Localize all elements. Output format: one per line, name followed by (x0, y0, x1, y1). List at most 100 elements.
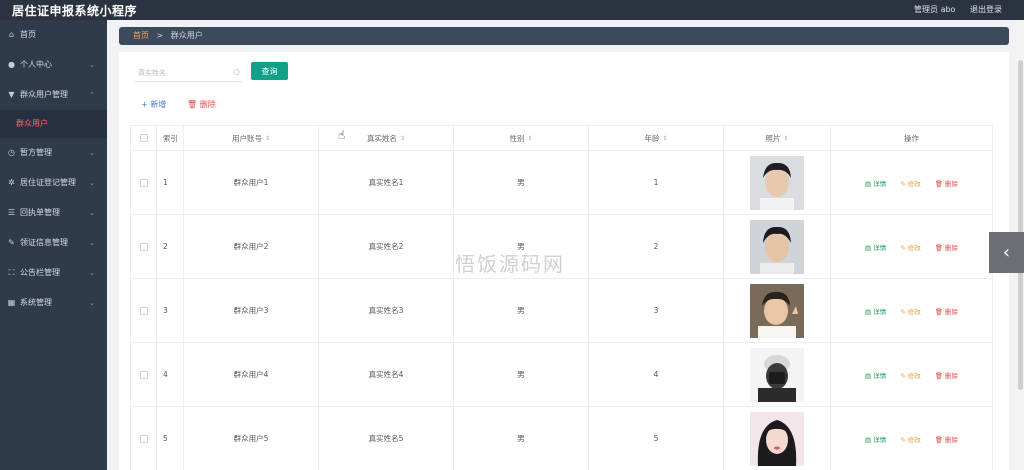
grid-icon: ▦ (7, 298, 16, 307)
header-sex[interactable]: 性别 ⇕ (454, 126, 589, 150)
row-photo-cell (724, 215, 831, 278)
header-photo[interactable]: 照片 ⇕ (724, 126, 831, 150)
sidebar-item-profile[interactable]: ● 个人中心 ⌄ (0, 50, 107, 80)
chevron-down-icon: ⌄ (89, 179, 95, 187)
row-sex: 男 (454, 151, 589, 214)
select-all-checkbox[interactable] (139, 134, 148, 142)
search-box: ○ (135, 64, 243, 82)
delete-label: 删除 (945, 179, 959, 188)
detail-label: 详情 (873, 307, 887, 316)
detail-label: 详情 (873, 371, 887, 380)
sidebar-item-receipt[interactable]: ☰ 回执单管理 ⌄ (0, 198, 107, 228)
row-checkbox[interactable] (139, 178, 148, 187)
row-account: 群众用户5 (184, 407, 319, 470)
row-sex: 男 (454, 407, 589, 470)
row-checkbox-cell (130, 215, 157, 278)
edit-label: 修改 (907, 243, 921, 252)
clock-icon: ◷ (8, 148, 15, 157)
home-icon: ⌂ (8, 30, 15, 39)
sidebar-item-system[interactable]: ▦ 系统管理 ⌄ (0, 288, 107, 318)
delete-button[interactable]: 🗑 删除 (935, 242, 958, 252)
user-photo[interactable] (750, 155, 804, 210)
badge-icon: ✎ (8, 238, 15, 247)
sidebar-item-home[interactable]: ⌂ 首页 (0, 20, 107, 50)
breadcrumb-home[interactable]: 首页 (133, 31, 149, 40)
header-name[interactable]: 真实姓名 ⇕ (319, 126, 454, 150)
delete-button[interactable]: 🗑 删除 (935, 306, 958, 316)
edit-label: 修改 (907, 371, 921, 380)
sidebar-item-collection[interactable]: ✎ 领证信息管理 ⌄ (0, 228, 107, 258)
sidebar-item-label: 回执单管理 (20, 208, 60, 217)
sidebar-item-citizen-users[interactable]: ▼ 群众用户管理 ⌃ (0, 80, 107, 110)
scroll-thumb[interactable] (1018, 60, 1023, 390)
row-age: 3 (589, 279, 724, 342)
row-ops: ▤ 详情 ✎ 修改 🗑 删除 (831, 407, 993, 470)
table-row: 3 群众用户3 真实姓名3 男 3 ▤ 详情 ✎ 修改 🗑 删除 (130, 279, 993, 343)
edit-label: 修改 (907, 435, 921, 444)
row-photo-cell (724, 343, 831, 406)
chevron-down-icon: ⌄ (89, 239, 95, 247)
edit-button[interactable]: ✎ 修改 (900, 434, 921, 444)
table-row: 4 群众用户4 真实姓名4 男 4 ▤ 详情 ✎ 修改 🗑 删除 (130, 343, 993, 407)
row-age: 5 (589, 407, 724, 470)
sidebar-item-label: 居住证登记管理 (20, 178, 76, 187)
row-checkbox[interactable] (139, 306, 148, 315)
delete-button[interactable]: 🗑 删除 (935, 178, 958, 188)
sidebar-item-label: 群众用户管理 (20, 90, 68, 99)
sidebar-item-notice[interactable]: ⛶ 公告栏管理 ⌄ (0, 258, 107, 288)
row-checkbox[interactable] (139, 242, 148, 251)
detail-label: 详情 (873, 179, 887, 188)
search-input[interactable] (138, 66, 228, 80)
delete-label: 删除 (945, 307, 959, 316)
row-photo-cell (724, 151, 831, 214)
sidebar-item-registration[interactable]: ✲ 居住证登记管理 ⌄ (0, 168, 107, 198)
delete-label: 删除 (945, 371, 959, 380)
sidebar-item-temp[interactable]: ◷ 暂方管理 ⌄ (0, 138, 107, 168)
delete-button[interactable]: 🗑 删除 (935, 370, 958, 380)
row-ops: ▤ 详情 ✎ 修改 🗑 删除 (831, 151, 993, 214)
add-button[interactable]: + 新增 (141, 99, 166, 110)
header-name-label: 真实姓名 (366, 133, 397, 143)
sidebar-item-label: 领证信息管理 (20, 238, 68, 247)
collapse-panel-button[interactable]: ‹ (989, 232, 1024, 273)
batch-delete-button[interactable]: 🗑 删除 (187, 99, 216, 110)
sidebar-subitem-citizen-user[interactable]: 群众用户 (0, 110, 107, 138)
row-age: 4 (589, 343, 724, 406)
detail-button[interactable]: ▤ 详情 (865, 242, 886, 252)
row-account: 群众用户2 (184, 215, 319, 278)
sort-icon: ⇕ (527, 134, 533, 142)
edit-button[interactable]: ✎ 修改 (900, 242, 921, 252)
detail-button[interactable]: ▤ 详情 (865, 434, 886, 444)
header-index: 索引 (157, 126, 184, 150)
detail-button[interactable]: ▤ 详情 (865, 306, 886, 316)
user-photo[interactable] (750, 347, 804, 402)
delete-button[interactable]: 🗑 删除 (935, 434, 958, 444)
row-checkbox[interactable] (139, 434, 148, 443)
chevron-down-icon: ⌄ (89, 149, 95, 157)
header-account[interactable]: 用户账号 ⇕ (184, 126, 319, 150)
detail-button[interactable]: ▤ 详情 (865, 178, 886, 188)
user-photo[interactable] (750, 219, 804, 274)
row-age: 1 (589, 151, 724, 214)
row-age: 2 (589, 215, 724, 278)
edit-button[interactable]: ✎ 修改 (900, 370, 921, 380)
search-icon: ○ (233, 67, 240, 76)
user-photo[interactable] (750, 283, 804, 338)
row-checkbox[interactable] (139, 370, 148, 379)
sidebar-item-label: 系统管理 (20, 298, 52, 307)
edit-button[interactable]: ✎ 修改 (900, 178, 921, 188)
row-checkbox-cell (130, 343, 157, 406)
logout-link[interactable]: 退出登录 (970, 5, 1002, 14)
sidebar-item-label: 个人中心 (20, 60, 52, 69)
sidebar-item-label: 首页 (20, 30, 36, 39)
sort-icon: ⇕ (662, 134, 668, 142)
query-button[interactable]: 查询 (251, 62, 288, 80)
edit-label: 修改 (907, 307, 921, 316)
user-photo[interactable] (750, 411, 804, 466)
row-index: 5 (157, 407, 184, 470)
edit-button[interactable]: ✎ 修改 (900, 306, 921, 316)
header-age[interactable]: 年龄 ⇕ (589, 126, 724, 150)
detail-button[interactable]: ▤ 详情 (865, 370, 886, 380)
row-sex: 男 (454, 343, 589, 406)
table-header: 索引 用户账号 ⇕ 真实姓名 ⇕ 性别 ⇕ 年龄 ⇕ 照片 ⇕ 操作 (130, 126, 993, 151)
